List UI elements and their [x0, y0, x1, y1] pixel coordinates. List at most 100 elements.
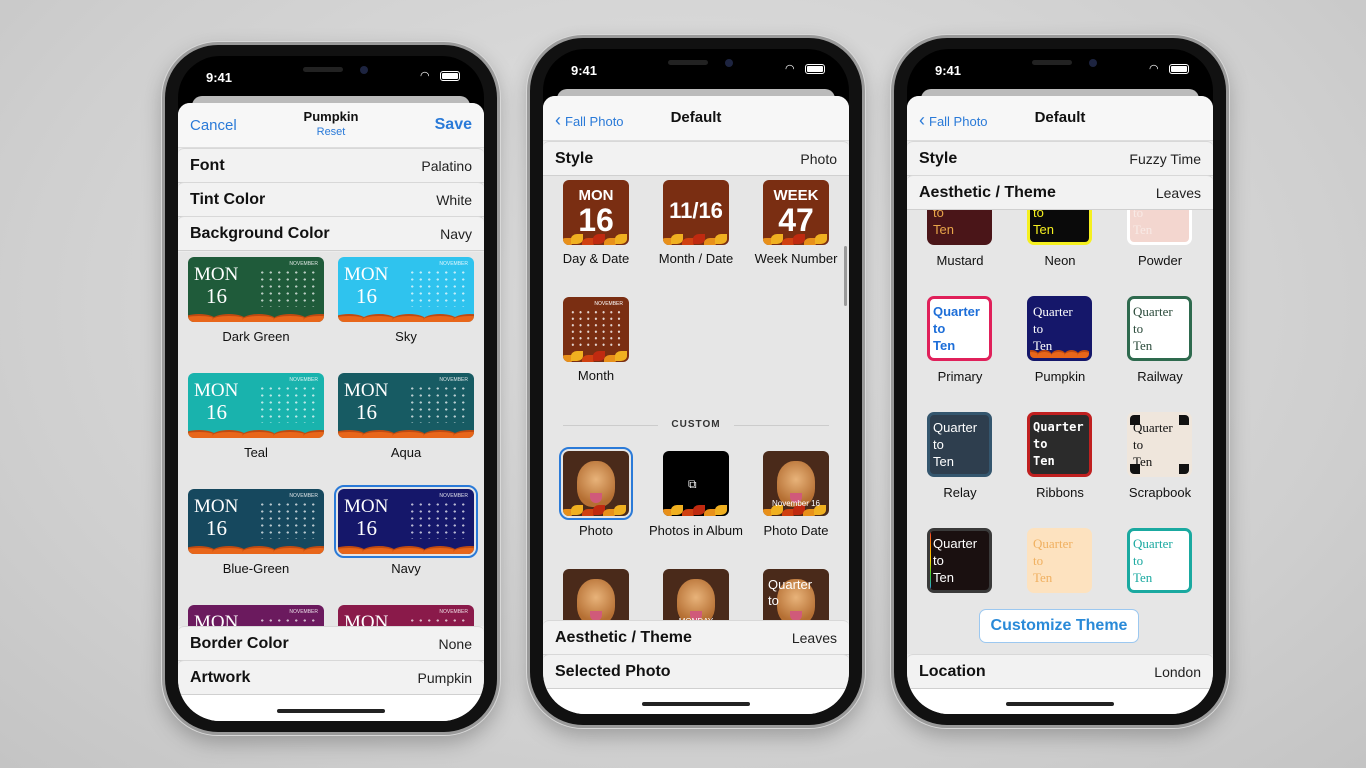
pumpkin-art	[302, 546, 324, 554]
theme-option[interactable]: QuartertoTen	[1127, 412, 1192, 477]
mini-calendar	[258, 269, 318, 307]
theme-option[interactable]: QuartertoTen	[1127, 296, 1192, 361]
pumpkin-art	[362, 314, 397, 322]
theme-option[interactable]: QuartertoTen	[927, 412, 992, 477]
custom-style-option[interactable]: MONDAY	[663, 569, 729, 620]
row-artwork[interactable]: Artwork Pumpkin	[178, 660, 484, 695]
sample-text-line: to	[933, 210, 944, 220]
leaf-art	[781, 509, 794, 516]
theme-option[interactable]: QuartertoTen	[1027, 210, 1092, 245]
tile-date: 16	[356, 284, 377, 308]
custom-style-option[interactable]	[563, 569, 629, 620]
speaker	[303, 67, 343, 72]
custom-style-option[interactable]: November 16	[763, 451, 829, 516]
sample-text-line: Quarter	[1133, 420, 1173, 435]
theme-option[interactable]: QuartertoTen	[1027, 296, 1092, 361]
pumpkin-art	[452, 430, 474, 438]
sample-text-line: to	[933, 321, 946, 336]
row-style[interactable]: Style Photo	[543, 141, 849, 176]
tile-day: MON	[194, 496, 239, 517]
settings-sheet: Cancel Pumpkin Reset Save Font Palatino T…	[178, 103, 484, 721]
row-font[interactable]: Font Palatino	[178, 148, 484, 183]
tile-label: Photo Date	[763, 523, 829, 538]
sample-text-line: to	[933, 437, 944, 452]
background-color-option[interactable]: MON16NOVEMBER	[334, 485, 478, 558]
style-option[interactable]: MON 16	[563, 180, 629, 245]
mini-calendar	[258, 501, 318, 539]
row-label: Style	[919, 150, 958, 167]
custom-style-option[interactable]: Quarter to	[763, 569, 829, 620]
tile-label: Mustard	[936, 253, 984, 268]
background-color-option[interactable]: MON16NOVEMBER	[188, 605, 324, 626]
tile-label: Primary	[937, 369, 983, 384]
sample-text: Quarter to Ten	[933, 303, 980, 354]
tile-label: Powder	[1137, 253, 1183, 268]
theme-option[interactable]: QuartertoTen	[1027, 412, 1092, 477]
sample-text-line: Quarter	[1033, 420, 1084, 434]
style-option[interactable]: 11/16	[663, 180, 729, 245]
background-color-option[interactable]: MON16NOVEMBER	[338, 257, 474, 322]
row-location[interactable]: Location London	[907, 654, 1213, 689]
tile-day: MON	[194, 380, 239, 401]
sample-text-line: Ten	[933, 338, 956, 353]
row-label: Background Color	[190, 225, 330, 242]
wifi-icon: ◠	[785, 63, 795, 75]
section-header-custom: CUSTOM	[563, 419, 829, 430]
background-color-option[interactable]: MON16NOVEMBER	[188, 373, 324, 438]
style-option[interactable]: NOVEMBER	[563, 297, 629, 362]
corner-art	[1179, 415, 1189, 425]
background-color-option[interactable]: MON16NOVEMBER	[338, 373, 474, 438]
sample-text-line: Ten	[1133, 222, 1153, 237]
tile-label: Pumpkin	[1034, 369, 1086, 384]
save-button[interactable]: Save	[435, 116, 472, 134]
home-indicator	[277, 709, 385, 713]
row-value: Leaves	[1155, 185, 1201, 201]
photos-icon: ⧉	[688, 477, 697, 491]
mini-calendar	[408, 617, 468, 626]
custom-style-option[interactable]: ⧉	[663, 451, 729, 516]
tile-date: 16	[206, 400, 227, 424]
row-label: Artwork	[190, 669, 251, 686]
wifi-icon: ◠	[1149, 63, 1159, 75]
row-label: Aesthetic / Theme	[555, 629, 692, 646]
theme-option[interactable]: QuartertoTen	[1127, 210, 1192, 245]
mini-calendar	[258, 385, 318, 423]
row-style[interactable]: Style Fuzzy Time	[907, 141, 1213, 176]
screen: 9:41 ◠ ‹ Fall Photo Default Style Photo CU…	[543, 49, 849, 714]
sample-text-line: Ten	[933, 454, 954, 469]
customize-theme-button[interactable]: Customize Theme	[979, 609, 1139, 643]
background-color-option[interactable]: MON16NOVEMBER	[188, 257, 324, 322]
row-value: Fuzzy Time	[1129, 151, 1201, 167]
tile-label: Day & Date	[562, 251, 630, 266]
sample-text-line: Ten	[1033, 222, 1054, 237]
status-time: 9:41	[935, 63, 962, 78]
theme-option[interactable]: QuartertoTen	[1027, 528, 1092, 593]
background-color-option[interactable]: MON16NOVEMBER	[338, 605, 474, 626]
row-tint-color[interactable]: Tint Color White	[178, 182, 484, 217]
row-aesthetic-theme[interactable]: Aesthetic / Theme Leaves	[907, 175, 1213, 210]
background-color-option[interactable]: MON16NOVEMBER	[188, 489, 324, 554]
tile-label: Railway	[1137, 369, 1183, 384]
leaf-art	[615, 234, 627, 244]
row-label: Style	[555, 150, 594, 167]
phone-3: 9:41 ◠ ‹ Fall Photo Default Style Fuzzy Ti…	[891, 35, 1229, 728]
custom-style-option[interactable]	[559, 447, 633, 520]
home-indicator	[642, 702, 750, 706]
tile-month: NOVEMBER	[289, 261, 318, 267]
pumpkin-art	[272, 430, 307, 438]
theme-option[interactable]: QuartertoTen	[927, 210, 992, 245]
sample-text-line: to	[1133, 210, 1144, 220]
theme-option[interactable]: QuartertoTen	[927, 296, 992, 361]
style-option[interactable]: WEEK 47	[763, 180, 829, 245]
row-selected-photo[interactable]: Selected Photo	[543, 654, 849, 689]
theme-option[interactable]: QuartertoTen	[927, 528, 992, 593]
row-background-color[interactable]: Background Color Navy	[178, 216, 484, 251]
row-aesthetic-theme[interactable]: Aesthetic / Theme Leaves	[543, 620, 849, 655]
row-border-color[interactable]: Border Color None	[178, 626, 484, 661]
theme-grid: Customize Theme Quarter to Ten Mustard Quart…	[907, 210, 1213, 654]
sample-text-line: Ten	[1133, 454, 1153, 469]
theme-option[interactable]: QuartertoTen	[1127, 528, 1192, 593]
tile-label: Blue-Green	[222, 561, 290, 576]
nav-title: Default	[1034, 109, 1086, 126]
wifi-icon: ◠	[420, 70, 430, 82]
